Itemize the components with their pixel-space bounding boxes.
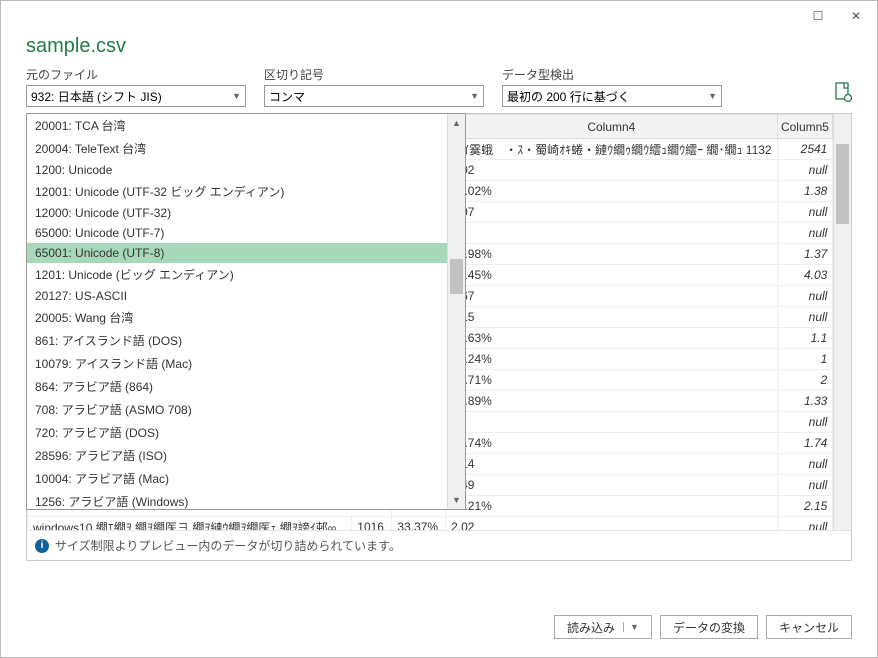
dropdown-item[interactable]: 1201: Unicode (ビッグ エンディアン) — [27, 263, 447, 286]
close-button[interactable]: ✕ — [837, 2, 875, 30]
scrollbar-thumb[interactable] — [836, 144, 849, 224]
detect-combobox[interactable]: 最初の 200 行に基づく ▼ — [502, 85, 722, 107]
cancel-button[interactable]: キャンセル — [766, 615, 852, 639]
transform-label: データの変換 — [673, 619, 745, 636]
controls-row: 元のファイル 932: 日本語 (シフト JIS) ▼ 区切り記号 コンマ ▼ … — [1, 66, 877, 113]
dropdown-item[interactable]: 864: アラビア語 (864) — [27, 375, 447, 398]
origin-value: 932: 日本語 (シフト JIS) — [31, 88, 162, 105]
detect-label: データ型検出 — [502, 66, 722, 83]
main-area: n3 Column4 Column5 謗ｲ霙蛾 ・ｽ・蜀崎ｵｷ蜷・縺ｳ繝ｩ繝ｳ繧… — [1, 113, 877, 599]
dropdown-item[interactable]: 10079: アイスランド語 (Mac) — [27, 352, 447, 375]
dropdown-item[interactable]: 708: アラビア語 (ASMO 708) — [27, 398, 447, 421]
detect-value: 最初の 200 行に基づく — [507, 88, 630, 105]
dropdown-item[interactable]: 20127: US-ASCII — [27, 286, 447, 306]
dropdown-item[interactable]: 20005: Wang 台湾 — [27, 306, 447, 329]
origin-dropdown: 20001: TCA 台湾20004: TeleText 台湾1200: Uni… — [26, 113, 466, 510]
chevron-down-icon: ▼ — [470, 91, 479, 101]
info-text: サイズ制限よりプレビュー内のデータが切り詰められています。 — [55, 537, 401, 554]
title-bar: ☐ ✕ — [1, 1, 877, 31]
origin-label: 元のファイル — [26, 66, 246, 83]
delimiter-control: 区切り記号 コンマ ▼ — [264, 66, 484, 107]
col-c4[interactable]: Column4 — [446, 115, 777, 139]
dropdown-item[interactable]: 20004: TeleText 台湾 — [27, 137, 447, 160]
load-button[interactable]: 読み込み ▼ — [554, 615, 652, 639]
table-row[interactable]: windows10 繝ｴ繝ｦ 繝ｦ繝医∃ 繝ｦ縺ｳ繝ｦ繝医ｪ 繝ｦ謗ｲ邨∞...… — [28, 517, 833, 531]
scroll-up-icon[interactable]: ▲ — [448, 114, 465, 132]
scroll-down-icon[interactable]: ▼ — [448, 491, 465, 509]
settings-icon[interactable] — [834, 82, 852, 107]
page-title: sample.csv — [1, 31, 877, 66]
cancel-label: キャンセル — [779, 619, 839, 636]
info-icon: i — [35, 539, 49, 553]
info-bar: i サイズ制限よりプレビュー内のデータが切り詰められています。 — [27, 530, 851, 560]
dropdown-item[interactable]: 720: アラビア語 (DOS) — [27, 421, 447, 444]
dropdown-item[interactable]: 12001: Unicode (UTF-32 ビッグ エンディアン) — [27, 180, 447, 203]
dropdown-item[interactable]: 1200: Unicode — [27, 160, 447, 180]
chevron-down-icon: ▼ — [232, 91, 241, 101]
dropdown-item[interactable]: 65000: Unicode (UTF-7) — [27, 223, 447, 243]
dropdown-item[interactable]: 861: アイスランド語 (DOS) — [27, 329, 447, 352]
dropdown-list: 20001: TCA 台湾20004: TeleText 台湾1200: Uni… — [27, 114, 447, 509]
transform-button[interactable]: データの変換 — [660, 615, 758, 639]
dropdown-item[interactable]: 10004: アラビア語 (Mac) — [27, 467, 447, 490]
delimiter-value: コンマ — [269, 88, 305, 105]
dropdown-item[interactable]: 20001: TCA 台湾 — [27, 114, 447, 137]
dropdown-item[interactable]: 12000: Unicode (UTF-32) — [27, 203, 447, 223]
footer: 読み込み ▼ データの変換 キャンセル — [1, 599, 877, 657]
dropdown-item[interactable]: 65001: Unicode (UTF-8) — [27, 243, 447, 263]
dropdown-scroll-thumb[interactable] — [450, 259, 463, 294]
dropdown-item[interactable]: 28596: アラビア語 (ISO) — [27, 444, 447, 467]
chevron-down-icon[interactable]: ▼ — [623, 622, 639, 632]
chevron-down-icon: ▼ — [708, 91, 717, 101]
dropdown-scrollbar[interactable]: ▲ ▼ — [447, 114, 465, 509]
detect-control: データ型検出 最初の 200 行に基づく ▼ — [502, 66, 722, 107]
vertical-scrollbar[interactable] — [833, 114, 851, 530]
dropdown-item[interactable]: 1256: アラビア語 (Windows) — [27, 490, 447, 509]
delimiter-label: 区切り記号 — [264, 66, 484, 83]
load-label: 読み込み — [567, 619, 615, 636]
origin-control: 元のファイル 932: 日本語 (シフト JIS) ▼ — [26, 66, 246, 107]
origin-combobox[interactable]: 932: 日本語 (シフト JIS) ▼ — [26, 85, 246, 107]
maximize-button[interactable]: ☐ — [799, 2, 837, 30]
col-c5[interactable]: Column5 — [777, 115, 833, 139]
delimiter-combobox[interactable]: コンマ ▼ — [264, 85, 484, 107]
